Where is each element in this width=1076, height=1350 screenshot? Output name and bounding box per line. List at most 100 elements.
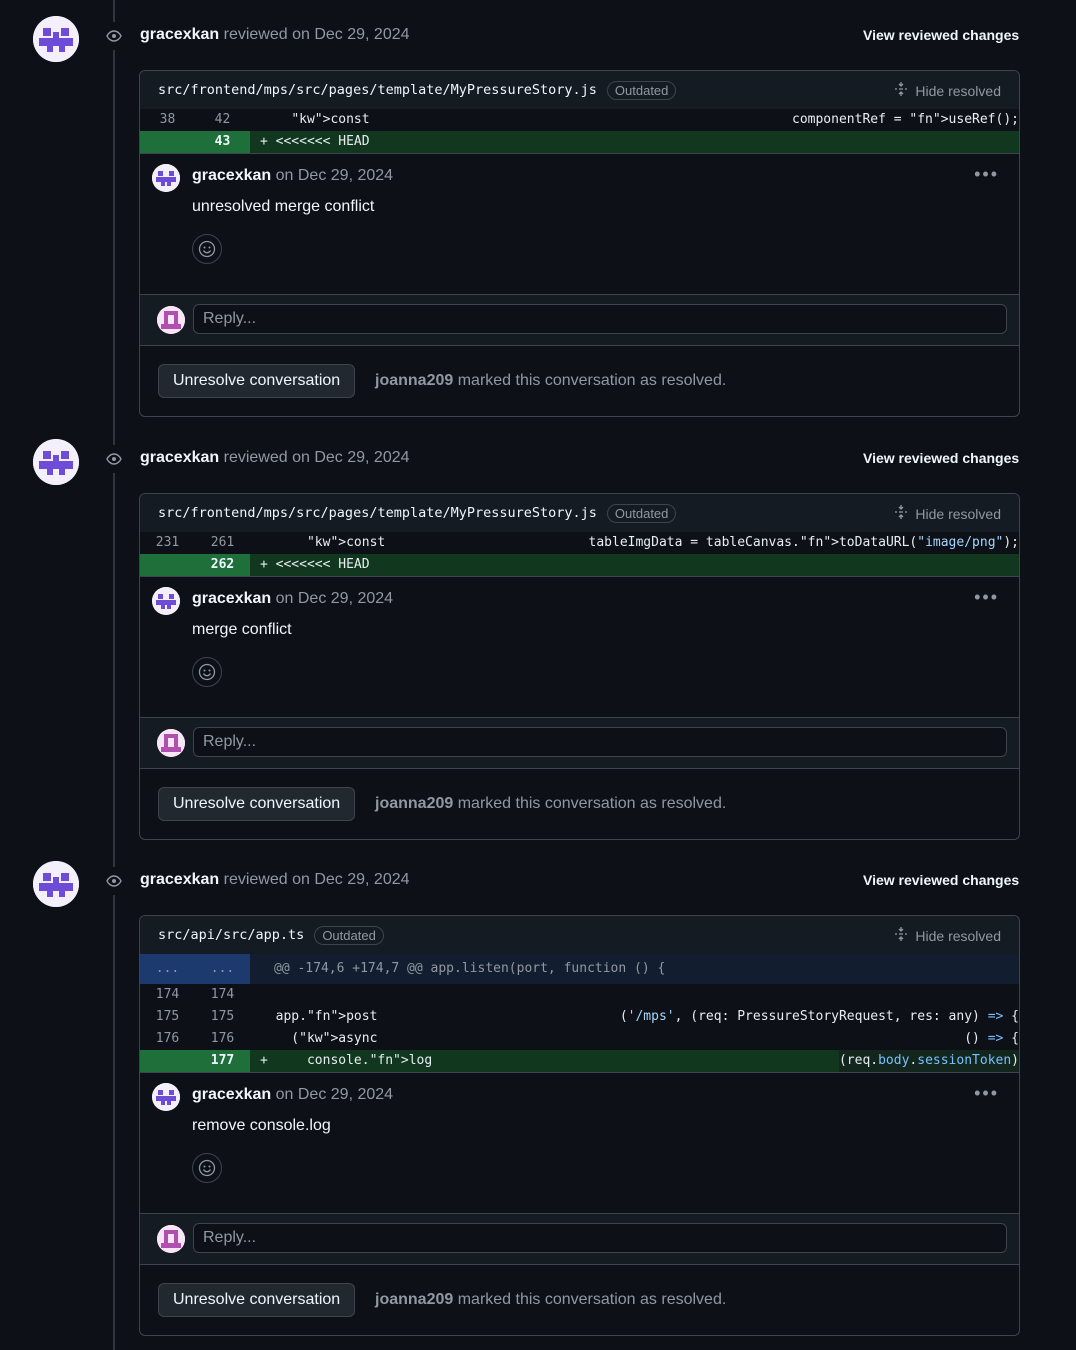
reply-input[interactable] [193, 727, 1007, 757]
diff-code: + <<<<<<< HEAD [250, 554, 1019, 576]
hide-resolved-label: Hide resolved [915, 505, 1001, 522]
diff-line: 176 176 ("kw">async () => { [140, 1028, 1019, 1050]
reply-row [140, 1213, 1019, 1264]
new-line-number: 176 [210, 1031, 235, 1046]
diff-line: 262 + <<<<<<< HEAD [140, 554, 1019, 576]
timeline-line [113, 0, 115, 1350]
reply-input[interactable] [193, 1223, 1007, 1253]
new-line-number[interactable]: ... [195, 954, 250, 984]
diff-code: + <<<<<<< HEAD [250, 131, 1019, 153]
fold-icon [893, 926, 909, 945]
resolve-row: Unresolve conversation joanna209 marked … [140, 768, 1019, 839]
old-line-number [140, 131, 195, 153]
resolve-row: Unresolve conversation joanna209 marked … [140, 345, 1019, 416]
comment-body: merge conflict [192, 621, 292, 638]
comment-author-avatar[interactable] [152, 1083, 180, 1111]
reviewer-name[interactable]: gracexkan [140, 871, 219, 888]
diff-code: @@ -174,6 +174,7 @@ app.listen(port, fun… [274, 961, 666, 976]
review-comment: gracexkan on Dec 29, 2024 ••• merge conf… [140, 576, 1019, 717]
resolved-text: marked this conversation as resolved. [457, 795, 727, 812]
resolver-name[interactable]: joanna209 [375, 795, 453, 812]
resolved-note: joanna209 marked this conversation as re… [375, 795, 726, 813]
comment-date[interactable]: on Dec 29, 2024 [276, 590, 393, 607]
hide-resolved-button[interactable]: Hide resolved [893, 926, 1001, 945]
review-date: reviewed on Dec 29, 2024 [223, 449, 410, 466]
review-comment: gracexkan on Dec 29, 2024 ••• unresolved… [140, 153, 1019, 294]
file-header: src/frontend/mps/src/pages/template/MyPr… [140, 494, 1019, 532]
diff-line: 43 + <<<<<<< HEAD [140, 131, 1019, 153]
file-path-link[interactable]: src/frontend/mps/src/pages/template/MyPr… [158, 505, 597, 521]
outdated-badge: Outdated [314, 925, 384, 945]
hide-resolved-button[interactable]: Hide resolved [893, 81, 1001, 100]
diff-code: "kw">const [291, 112, 370, 127]
old-line-number: 175 [155, 1009, 180, 1024]
old-line-number: 231 [155, 535, 180, 550]
old-line-number[interactable]: ... [140, 954, 195, 984]
eye-icon [100, 22, 128, 50]
diff-line: 38 42 "kw">const componentRef = "fn" >useR… [140, 109, 1019, 131]
resolver-name[interactable]: joanna209 [375, 372, 453, 389]
kebab-horizontal-icon[interactable]: ••• [974, 587, 999, 608]
resolved-text: marked this conversation as resolved. [457, 372, 727, 389]
diff-code [250, 984, 1019, 1006]
comment-header: gracexkan on Dec 29, 2024 [192, 167, 393, 185]
diff-code: ("kw">async [260, 1031, 378, 1046]
reviewer-avatar[interactable] [33, 861, 79, 907]
kebab-horizontal-icon[interactable]: ••• [974, 1083, 999, 1104]
hide-resolved-button[interactable]: Hide resolved [893, 504, 1001, 523]
view-reviewed-changes-link[interactable]: View reviewed changes [863, 27, 1019, 43]
new-line-number: 43 [195, 131, 250, 153]
diff-line: 177 + console."fn">log (req. body. sessionTo… [140, 1050, 1019, 1072]
diff-line: 175 175 app."fn">post('/mps', (req: Press… [140, 1006, 1019, 1028]
current-user-avatar [157, 306, 185, 334]
file-path-link[interactable]: src/api/src/app.ts [158, 927, 304, 943]
diff-line: 174 174 [140, 984, 1019, 1006]
diff-code: "kw">const [306, 535, 386, 550]
reviewer-avatar[interactable] [33, 16, 79, 62]
diff-snippet: 38 42 "kw">const componentRef = "fn" >useR… [140, 109, 1019, 153]
unresolve-conversation-button[interactable]: Unresolve conversation [158, 787, 356, 821]
comment-header: gracexkan on Dec 29, 2024 [192, 590, 393, 608]
reviewer-name[interactable]: gracexkan [140, 26, 219, 43]
diff-code: + console."fn">log [250, 1050, 839, 1072]
current-user-avatar [157, 729, 185, 757]
view-reviewed-changes-link[interactable]: View reviewed changes [863, 450, 1019, 466]
comment-date[interactable]: on Dec 29, 2024 [276, 167, 393, 184]
smiley-icon[interactable] [192, 1153, 222, 1183]
smiley-icon[interactable] [192, 657, 222, 687]
old-line-number: 176 [155, 1031, 180, 1046]
current-user-avatar [157, 1225, 185, 1253]
file-path-link[interactable]: src/frontend/mps/src/pages/template/MyPr… [158, 82, 597, 98]
comment-author[interactable]: gracexkan [192, 1086, 271, 1103]
unresolve-conversation-button[interactable]: Unresolve conversation [158, 364, 356, 398]
diff-line: 231 261 "kw">const tableImgData = tableCa… [140, 532, 1019, 554]
reviewer-name[interactable]: gracexkan [140, 449, 219, 466]
comment-author-avatar[interactable] [152, 164, 180, 192]
unresolve-conversation-button[interactable]: Unresolve conversation [158, 1283, 356, 1317]
comment-date[interactable]: on Dec 29, 2024 [276, 1086, 393, 1103]
kebab-horizontal-icon[interactable]: ••• [974, 164, 999, 185]
old-line-number: 38 [159, 112, 176, 127]
file-header: src/frontend/mps/src/pages/template/MyPr… [140, 71, 1019, 109]
review-comment: gracexkan on Dec 29, 2024 ••• remove con… [140, 1072, 1019, 1213]
resolve-row: Unresolve conversation joanna209 marked … [140, 1264, 1019, 1335]
comment-author[interactable]: gracexkan [192, 590, 271, 607]
eye-icon [100, 867, 128, 895]
comment-author-avatar[interactable] [152, 587, 180, 615]
fold-icon [893, 81, 909, 100]
review-date: reviewed on Dec 29, 2024 [223, 26, 410, 43]
file-header: src/api/src/app.ts Outdated Hide resolve… [140, 916, 1019, 954]
review-header: gracexkan reviewed on Dec 29, 2024 [140, 871, 410, 889]
old-line-number: 174 [155, 987, 180, 1002]
diff-code: app."fn">post [260, 1009, 378, 1024]
new-line-number: 262 [195, 554, 250, 576]
reviewer-avatar[interactable] [33, 439, 79, 485]
comment-author[interactable]: gracexkan [192, 167, 271, 184]
diff-snippet: ...... @@ -174,6 +174,7 @@ app.listen(por… [140, 954, 1019, 1072]
view-reviewed-changes-link[interactable]: View reviewed changes [863, 872, 1019, 888]
reply-input[interactable] [193, 304, 1007, 334]
review-thread-card: src/frontend/mps/src/pages/template/MyPr… [139, 493, 1020, 840]
smiley-icon[interactable] [192, 234, 222, 264]
resolver-name[interactable]: joanna209 [375, 1291, 453, 1308]
hide-resolved-label: Hide resolved [915, 82, 1001, 99]
